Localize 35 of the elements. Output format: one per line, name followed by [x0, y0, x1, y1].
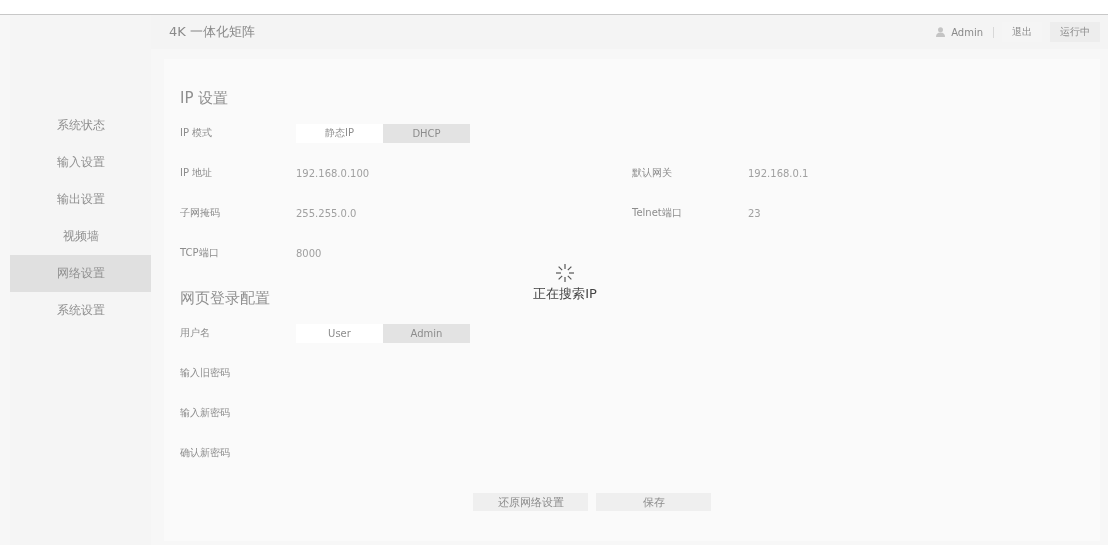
sidebar-item[interactable]: 视频墙: [10, 218, 151, 255]
field-value: 8000: [296, 247, 323, 259]
user-name: Admin: [951, 26, 994, 38]
section-title: IP 设置: [180, 87, 229, 109]
field-label: 子网掩码: [180, 206, 221, 220]
loading-text: 正在搜索IP: [533, 285, 597, 303]
sidebar-item[interactable]: 系统状态: [10, 107, 151, 144]
field-label: IP 模式: [180, 126, 214, 140]
field-label: 默认网关: [632, 166, 673, 180]
field-label: 输入旧密码: [180, 366, 231, 380]
status-button[interactable]: 运行中: [1050, 22, 1100, 42]
section-title: 网页登录配置: [180, 287, 270, 309]
sidebar-item[interactable]: 输入设置: [10, 144, 151, 181]
sidebar-item[interactable]: 输出设置: [10, 181, 151, 218]
field-value: 192.168.0.100: [296, 167, 371, 179]
app-title: 4K 一体化矩阵: [169, 23, 256, 41]
action-button[interactable]: 保存: [596, 493, 711, 511]
mode-option[interactable]: 静态IP: [296, 123, 383, 143]
loading-spinner-icon: [555, 263, 575, 283]
field-label: 用户名: [180, 326, 211, 340]
sidebar-item[interactable]: 网络设置: [10, 255, 151, 292]
field-label: Telnet端口: [632, 206, 683, 220]
field-value: 23: [748, 207, 762, 219]
sidebar-item[interactable]: 系统设置: [10, 292, 151, 329]
field-label: 确认新密码: [180, 446, 231, 460]
field-value: 255.255.0.0: [296, 207, 358, 219]
user-option[interactable]: Admin: [383, 323, 470, 343]
mode-option[interactable]: DHCP: [383, 123, 470, 143]
action-button[interactable]: 还原网络设置: [473, 493, 588, 511]
user-option[interactable]: User: [296, 323, 383, 343]
user-icon: [936, 27, 946, 37]
field-label: 输入新密码: [180, 406, 231, 420]
field-label: TCP端口: [180, 246, 220, 260]
field-label: IP 地址: [180, 166, 214, 180]
field-value: 192.168.0.1: [748, 167, 810, 179]
